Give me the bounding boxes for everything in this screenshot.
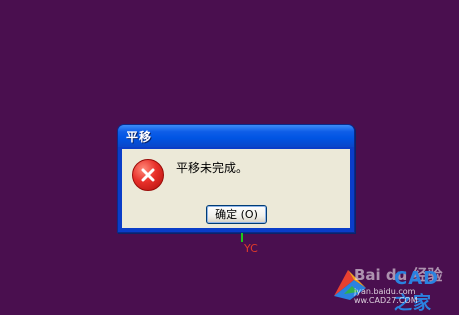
ok-button[interactable]: 确定 (O) [206,205,267,224]
error-dialog: 平移 平移未完成。 确定 (O) [117,124,355,233]
dialog-body: 平移未完成。 确定 (O) [122,149,350,228]
watermark-url: jyan.baidu.com ww.CAD27.COM [354,287,418,305]
axis-marker [241,233,243,242]
dialog-message: 平移未完成。 [176,161,249,175]
dialog-title: 平移 [126,130,153,144]
watermark: Bai du 经验 CAD之家 jyan.baidu.com ww.CAD27.… [326,262,456,314]
dialog-titlebar[interactable]: 平移 [118,125,354,147]
axis-label-yc: YC [244,242,258,255]
error-icon [132,159,164,191]
